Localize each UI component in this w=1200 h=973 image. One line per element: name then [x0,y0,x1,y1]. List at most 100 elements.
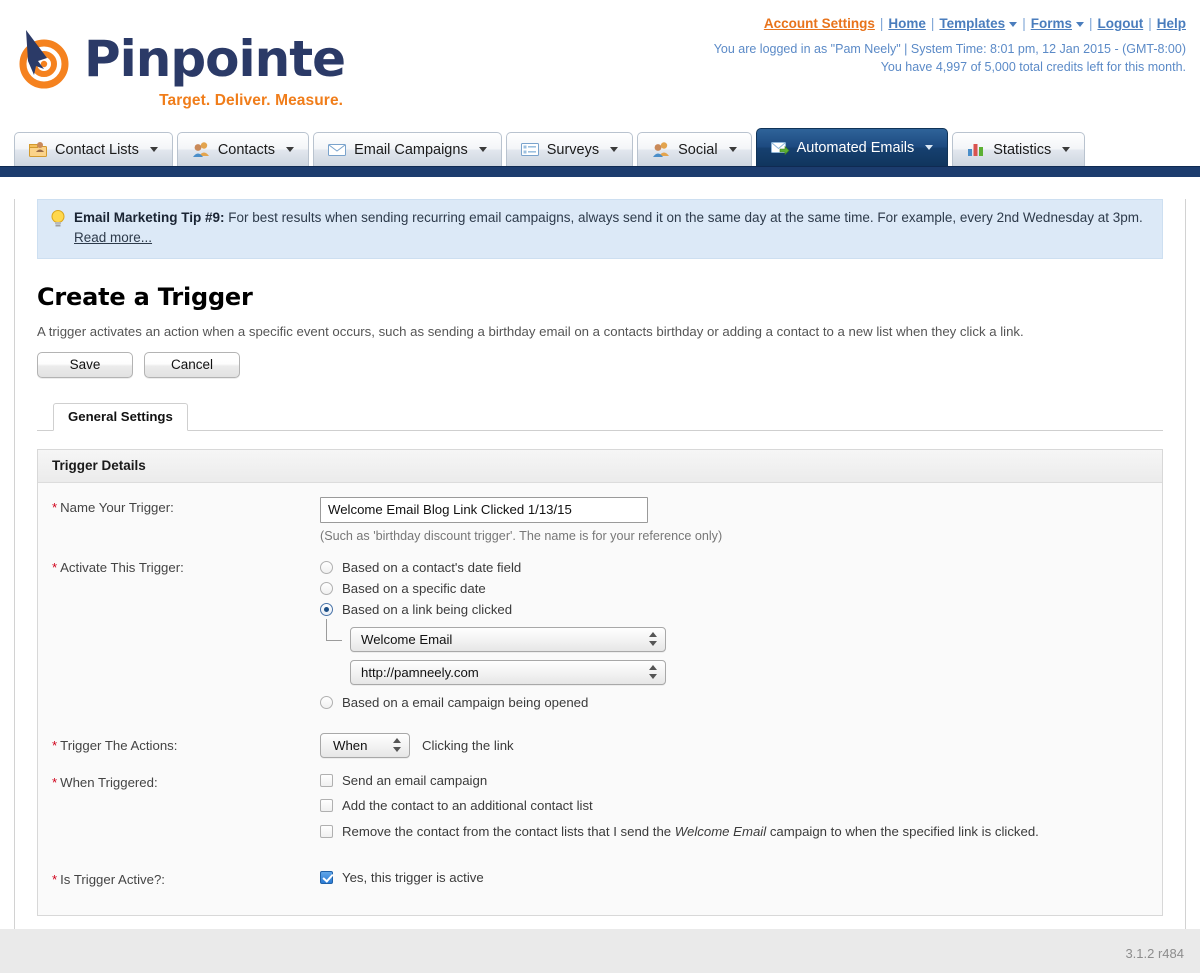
chevron-down-icon [1062,147,1071,152]
app-page: Pinpointe Target. Deliver. Measure. Acco… [0,0,1200,973]
radio-option-link-clicked[interactable]: Based on a link being clicked [320,599,1162,620]
top-link-home[interactable]: Home [888,16,926,31]
checkbox-icon[interactable] [320,773,333,787]
cancel-button-top[interactable]: Cancel [144,351,240,378]
tip-title: Email Marketing Tip #9: [74,210,225,225]
session-status: You are logged in as "Pam Neely" | Syste… [714,40,1186,76]
tab-label: Email Campaigns [354,141,468,158]
tab-contacts[interactable]: Contacts [176,132,310,166]
checkbox-trigger-active[interactable]: Yes, this trigger is active [320,869,1162,887]
radio-icon[interactable] [320,560,333,574]
field-label-activate: * Activate This Trigger: [52,559,184,575]
chevron-down-icon [610,147,619,152]
link-select-wrap: http://pamneely.com [320,659,1162,685]
radio-option-date-field[interactable]: Based on a contact's date field [320,557,1162,578]
checkbox-label: Remove the contact from the contact list… [342,824,1039,840]
tree-elbow-connector [326,618,342,641]
required-asterisk: * [52,499,58,515]
checkbox-send-email-campaign[interactable]: Send an email campaign [320,772,1162,790]
credits-status: You have 4,997 of 5,000 total credits le… [880,60,1186,75]
chevron-down-icon [728,147,737,152]
tab-email-campaigns[interactable]: Email Campaigns [313,132,502,166]
field-row-trigger-actions: * Trigger The Actions: When Clicking the … [38,732,1162,758]
page-title: Create a Trigger [37,282,253,311]
radio-option-campaign-opened[interactable]: Based on a email campaign being opened [320,692,1162,713]
radio-icon-selected[interactable] [320,602,333,616]
checkbox-icon[interactable] [320,825,333,839]
trigger-timing-select[interactable]: When [320,732,410,758]
field-label-name: * Name Your Trigger: [52,499,174,515]
bar-chart-icon [967,141,986,158]
checkbox-label: Yes, this trigger is active [342,869,484,885]
radio-option-specific-date[interactable]: Based on a specific date [320,578,1162,599]
top-link-separator: | [1022,16,1026,31]
app-header: Pinpointe Target. Deliver. Measure. Acco… [0,0,1200,128]
tip-body: For best results when sending recurring … [224,210,1143,225]
campaign-select[interactable]: Welcome Email [350,626,666,652]
tab-label: Automated Emails [796,139,915,156]
contact-lists-icon [29,141,48,158]
brand-name: Pinpointe [84,30,346,88]
tab-general-settings[interactable]: General Settings [53,402,188,431]
top-link-account-settings[interactable]: Account Settings [764,16,875,31]
social-icon [652,141,671,158]
required-asterisk: * [52,737,58,753]
tab-statistics[interactable]: Statistics [952,132,1086,166]
chevron-down-icon [478,147,487,152]
required-asterisk: * [52,559,58,575]
sub-tabbar: General Settings [37,402,1163,431]
radio-icon[interactable] [320,581,333,595]
emphasized-campaign-name: Welcome Email [674,824,767,840]
tab-contact-lists[interactable]: Contact Lists [14,132,173,166]
radio-icon[interactable] [320,695,333,709]
main-content: Email Marketing Tip #9: For best results… [14,199,1186,973]
checkbox-label: Add the contact to an additional contact… [342,798,593,814]
contacts-icon [192,141,211,158]
chevron-down-icon [286,147,295,152]
tab-surveys[interactable]: Surveys [505,132,634,166]
checkbox-remove-from-contact-lists[interactable]: Remove the contact from the contact list… [320,823,1162,841]
checkbox-label: Send an email campaign [342,772,488,788]
link-select[interactable]: http://pamneely.com [350,659,666,685]
save-button-top[interactable]: Save [37,351,133,378]
top-link-separator: | [1088,16,1093,31]
tab-label: Social [678,141,718,158]
top-link-help[interactable]: Help [1157,16,1186,31]
top-navigation: Account Settings | Home | Templates | Forms | Lo… [714,16,1186,76]
tip-banner: Email Marketing Tip #9: For best results… [37,199,1163,259]
checkbox-icon[interactable] [320,799,333,813]
top-link-separator: | [1148,16,1152,31]
tab-automated-emails[interactable]: Automated Emails [755,128,949,166]
top-link-separator: | [879,16,884,31]
trigger-details-panel: Trigger Details *Name Your Trigger: (Suc… [37,448,1163,916]
nav-divider [0,166,1200,177]
panel-body: *Name Your Trigger: (Such as 'birthday d… [38,483,1162,915]
required-asterisk: * [52,871,58,887]
envelope-icon [328,141,347,158]
top-links-row: Account Settings | Home | Templates | Forms | Lo… [714,16,1186,31]
version-label: 3.1.2 r484 [1125,946,1184,961]
top-link-logout[interactable]: Logout [1097,16,1143,31]
survey-icon [520,141,540,158]
trigger-name-input[interactable] [320,496,648,523]
field-row-activate: * Activate This Trigger: Based on a conta… [38,557,1162,713]
trigger-name-hint: (Such as 'birthday discount trigger'. Th… [320,528,723,543]
checkbox-icon-checked[interactable] [320,870,333,884]
tab-social[interactable]: Social [637,132,752,166]
campaign-select-wrap: Welcome Email [320,618,1162,652]
brand-logo[interactable]: Pinpointe Target. Deliver. Measure. [14,28,346,110]
select-spinner-icon [649,664,658,680]
tip-read-more-link[interactable]: Read more... [74,230,152,245]
radio-label: Based on a specific date [342,580,486,596]
checkbox-add-to-contact-list[interactable]: Add the contact to an additional contact… [320,797,1162,815]
chevron-down-icon [925,145,934,150]
campaign-select-value: Welcome Email [361,631,453,647]
tab-label: Contact Lists [55,141,139,158]
top-link-forms[interactable]: Forms [1031,16,1084,31]
link-select-value: http://pamneely.com [361,664,479,680]
page-description: A trigger activates an action when a spe… [37,323,1024,339]
panel-heading: Trigger Details [38,449,1162,483]
top-link-templates[interactable]: Templates [939,16,1018,31]
radio-label: Based on a email campaign being opened [342,694,589,710]
top-link-separator: | [930,16,935,31]
